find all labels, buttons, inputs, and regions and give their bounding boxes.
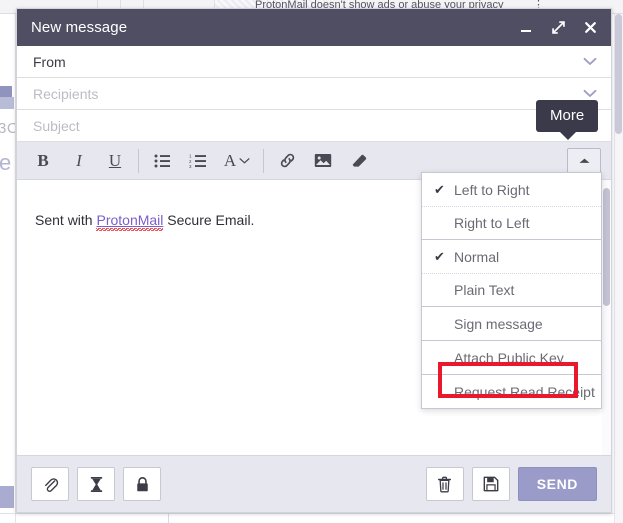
menu-group: ✔ Normal Plain Text <box>422 239 601 306</box>
menu-item-label: Left to Right <box>454 181 530 198</box>
menu-item-left-to-right[interactable]: ✔ Left to Right <box>422 173 601 206</box>
window-controls <box>511 13 605 43</box>
check-icon: ✔ <box>434 248 445 264</box>
encryption-button[interactable] <box>123 467 161 501</box>
menu-item-label: Sign message <box>454 315 543 332</box>
send-button[interactable]: SEND <box>517 467 597 501</box>
lock-icon <box>136 476 148 491</box>
discard-button[interactable] <box>425 467 464 501</box>
toolbar-separator <box>138 148 139 173</box>
subject-field-row[interactable]: Subject <box>17 110 611 142</box>
ordered-list-button[interactable]: 1 2 3 <box>180 146 216 176</box>
menu-item-attach-public-key[interactable]: Attach Public Key <box>422 341 601 374</box>
recipients-input[interactable]: Recipients <box>33 86 98 102</box>
expiration-button[interactable] <box>77 467 115 501</box>
eraser-icon <box>352 154 367 167</box>
background-vertical-rule <box>168 513 169 523</box>
unordered-list-icon <box>154 154 170 167</box>
menu-group: Attach Public Key <box>422 340 601 374</box>
menu-item-label: Request Read Receipt <box>454 383 595 400</box>
more-tooltip: More <box>536 100 599 140</box>
menu-item-label: Plain Text <box>454 282 515 298</box>
image-icon <box>314 154 332 167</box>
menu-item-request-read-receipt[interactable]: Request Read Receipt <box>422 375 601 408</box>
from-field-value: From <box>33 53 66 70</box>
menu-item-label: Attach Public Key <box>454 349 564 366</box>
toolbar-separator <box>263 148 264 173</box>
compose-right-actions: SEND <box>425 467 597 501</box>
background-horizontal-rule <box>0 513 623 514</box>
paperclip-icon <box>44 477 58 492</box>
protonmail-link[interactable]: ProtonMail <box>96 212 163 228</box>
chevron-down-icon[interactable] <box>579 89 601 98</box>
menu-item-label: Normal <box>454 248 500 265</box>
background-left-block <box>0 97 14 109</box>
compose-titlebar[interactable]: New message <box>17 9 611 46</box>
unordered-list-button[interactable] <box>144 146 180 176</box>
hourglass-icon <box>90 476 102 492</box>
chevron-down-icon[interactable] <box>579 57 601 66</box>
menu-item-normal[interactable]: ✔ Normal <box>422 240 601 273</box>
more-options-button[interactable] <box>567 147 601 174</box>
signature-prefix: Sent with <box>35 212 97 228</box>
from-field-row[interactable]: From <box>17 46 611 78</box>
menu-group: Request Read Receipt <box>422 374 601 408</box>
close-button[interactable] <box>575 13 605 43</box>
recipients-field-row[interactable]: Recipients <box>17 78 611 110</box>
save-icon <box>483 476 499 492</box>
chevron-down-icon <box>239 157 250 163</box>
menu-item-right-to-left[interactable]: Right to Left <box>422 206 601 239</box>
menu-group: Sign message <box>422 306 601 340</box>
insert-image-button[interactable] <box>305 146 341 176</box>
link-icon <box>280 153 294 168</box>
underline-icon: U <box>108 150 122 170</box>
check-icon: ✔ <box>434 181 445 197</box>
menu-item-label: Right to Left <box>454 215 530 231</box>
page-title: New message <box>31 19 128 36</box>
underline-button[interactable]: U <box>97 146 133 176</box>
font-icon: A <box>223 150 237 170</box>
font-options-button[interactable]: A <box>216 146 258 176</box>
italic-button[interactable]: I <box>61 146 97 176</box>
subject-input[interactable]: Subject <box>33 118 80 134</box>
compose-actions-toolbar: SEND <box>17 455 611 512</box>
clear-formatting-button[interactable] <box>341 146 377 176</box>
ordered-list-icon: 1 2 3 <box>189 154 206 168</box>
trash-icon <box>438 476 452 492</box>
body-scrollbar-thumb[interactable] <box>603 188 610 306</box>
body-scrollbar[interactable] <box>602 180 611 455</box>
bold-icon: B <box>37 150 49 170</box>
menu-item-plain-text[interactable]: Plain Text <box>422 273 601 306</box>
background-left-block <box>0 86 12 97</box>
signature-suffix: Secure Email. <box>163 212 255 228</box>
minimize-button[interactable] <box>511 13 541 43</box>
more-options-menu: ✔ Left to Right Right to Left ✔ Normal Plain … <box>421 172 602 409</box>
save-draft-button[interactable] <box>471 467 510 501</box>
italic-icon: I <box>76 150 82 170</box>
menu-item-sign-message[interactable]: Sign message <box>422 307 601 340</box>
menu-group: ✔ Left to Right Right to Left <box>422 173 601 239</box>
link-button[interactable] <box>269 146 305 176</box>
expand-button[interactable] <box>543 13 573 43</box>
page-scrollbar-thumb[interactable] <box>615 14 622 134</box>
background-left-block <box>0 486 14 508</box>
attachment-button[interactable] <box>31 467 69 501</box>
background-left-letter: e <box>0 150 12 175</box>
chevron-up-icon <box>578 158 590 163</box>
svg-text:3: 3 <box>189 163 192 167</box>
page-scrollbar[interactable] <box>614 14 623 523</box>
bold-button[interactable]: B <box>25 146 61 176</box>
